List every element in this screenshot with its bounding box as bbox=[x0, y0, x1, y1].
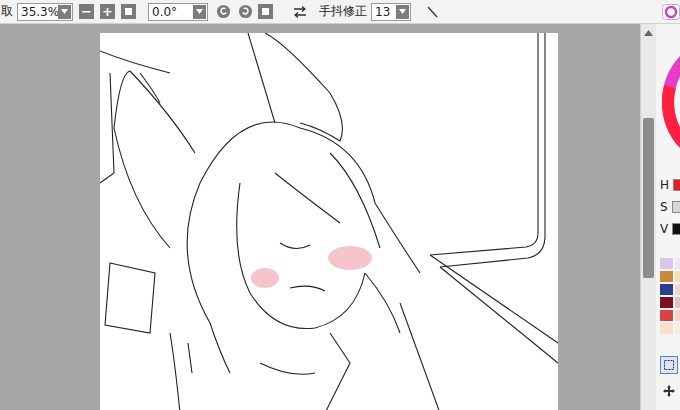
swatch-grid bbox=[660, 258, 680, 334]
zoom-out-button[interactable]: − bbox=[79, 4, 94, 19]
color-panel: HSV bbox=[656, 24, 680, 410]
color-swatch[interactable] bbox=[660, 271, 673, 282]
hsv-slider[interactable] bbox=[672, 201, 680, 213]
app-window: 取 35.3% −+0.0° 手抖修正 13 HSV bbox=[0, 0, 680, 410]
stabilizer-field[interactable]: 13 bbox=[371, 3, 411, 21]
toolbar: 取 35.3% −+0.0° 手抖修正 13 bbox=[0, 0, 680, 24]
hsv-row[interactable]: H bbox=[660, 176, 680, 194]
color-swatch[interactable] bbox=[675, 258, 680, 269]
zoom-in-button[interactable]: + bbox=[100, 4, 115, 19]
canvas[interactable] bbox=[100, 33, 558, 410]
scroll-up-icon bbox=[644, 30, 653, 36]
hsv-label: V bbox=[660, 222, 668, 236]
color-swatch[interactable] bbox=[675, 323, 680, 334]
color-swatch[interactable] bbox=[660, 297, 673, 308]
reset-icon bbox=[125, 8, 132, 15]
dropdown-icon bbox=[61, 9, 68, 14]
select-tool-button[interactable] bbox=[660, 356, 678, 374]
main-area: HSV bbox=[0, 24, 680, 410]
zoom-dropdown[interactable] bbox=[58, 5, 71, 19]
color-swatch[interactable] bbox=[660, 284, 673, 295]
scrollbar-thumb[interactable] bbox=[643, 118, 654, 278]
zoom-field[interactable]: 35.3% bbox=[17, 3, 73, 21]
zoom-reset-button[interactable] bbox=[121, 4, 136, 19]
hsv-label: S bbox=[660, 200, 668, 214]
workspace bbox=[0, 24, 640, 410]
zoom-value: 35.3% bbox=[18, 5, 58, 19]
color-swatch[interactable] bbox=[675, 297, 680, 308]
hsv-row[interactable]: V bbox=[660, 220, 680, 238]
zoom-label: 取 bbox=[1, 3, 13, 20]
color-swatch[interactable] bbox=[660, 310, 673, 321]
rotate-left-icon bbox=[216, 4, 231, 19]
hsv-slider[interactable] bbox=[673, 179, 680, 191]
move-tool-button[interactable] bbox=[660, 382, 678, 400]
rotation-value: 0.0° bbox=[149, 5, 193, 19]
stabilizer-value: 13 bbox=[372, 5, 396, 19]
rotate-left-button[interactable] bbox=[214, 3, 232, 21]
color-swatch[interactable] bbox=[660, 323, 673, 334]
move-icon bbox=[663, 385, 675, 397]
rotate-right-button[interactable] bbox=[236, 3, 254, 21]
color-swatch[interactable] bbox=[675, 271, 680, 282]
rotation-dropdown[interactable] bbox=[193, 5, 206, 19]
color-panel-button[interactable] bbox=[662, 3, 680, 21]
color-wheel-icon bbox=[662, 4, 680, 20]
select-icon bbox=[664, 360, 674, 370]
hsv-label: H bbox=[660, 178, 669, 192]
stabilizer-dropdown[interactable] bbox=[396, 5, 409, 19]
flip-button[interactable] bbox=[291, 3, 309, 21]
line-icon bbox=[426, 6, 438, 18]
line-art-illustration bbox=[100, 33, 558, 410]
hsv-slider[interactable] bbox=[672, 223, 680, 235]
color-swatch[interactable] bbox=[675, 284, 680, 295]
line-tool-button[interactable] bbox=[423, 3, 441, 21]
rotate-right-icon bbox=[238, 4, 253, 19]
vertical-scrollbar[interactable] bbox=[640, 24, 656, 410]
rotation-field[interactable]: 0.0° bbox=[148, 3, 208, 21]
stabilizer-label: 手抖修正 bbox=[319, 3, 367, 20]
hsv-row[interactable]: S bbox=[660, 198, 680, 216]
color-wheel[interactable] bbox=[660, 32, 680, 172]
rotation-reset-button[interactable] bbox=[258, 4, 273, 19]
color-swatch[interactable] bbox=[675, 310, 680, 321]
dropdown-icon bbox=[399, 9, 406, 14]
color-swatch[interactable] bbox=[660, 258, 673, 269]
reset-icon bbox=[262, 8, 269, 15]
dropdown-icon bbox=[196, 9, 203, 14]
flip-icon bbox=[293, 6, 307, 18]
